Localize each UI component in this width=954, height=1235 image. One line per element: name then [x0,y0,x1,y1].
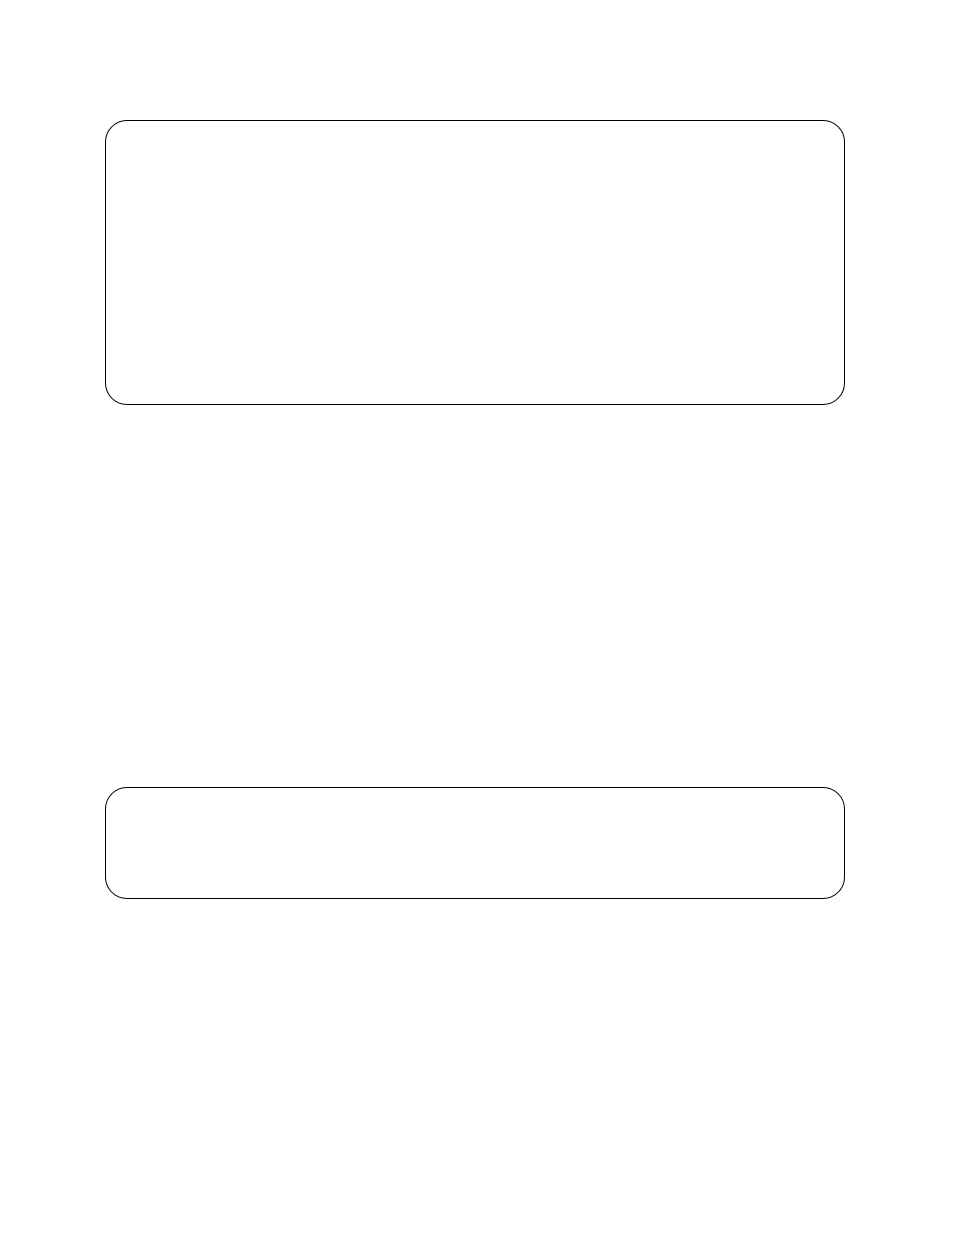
rounded-box-lower [105,787,845,899]
rounded-box-upper [105,120,845,405]
